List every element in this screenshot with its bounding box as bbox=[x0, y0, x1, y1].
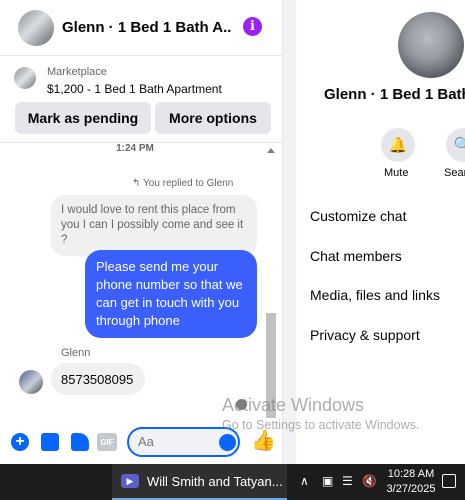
message-timestamp: 1:24 PM bbox=[116, 143, 154, 154]
gif-icon[interactable]: GIF bbox=[97, 433, 117, 451]
replied-note-text: You replied to Glenn bbox=[143, 178, 234, 189]
camera-icon[interactable]: ▣ bbox=[322, 474, 333, 488]
incoming-message[interactable]: 8573508095 bbox=[51, 363, 145, 395]
reply-icon: ↰ bbox=[132, 178, 141, 189]
contact-avatar[interactable] bbox=[18, 9, 54, 46]
activate-windows-subtitle: Go to Settings to activate Windows. bbox=[222, 418, 420, 432]
sender-name: Glenn bbox=[61, 347, 91, 359]
message-input[interactable] bbox=[138, 434, 218, 449]
video-app-icon: ▶ bbox=[121, 474, 139, 488]
search-icon[interactable]: 🔍 bbox=[446, 128, 465, 162]
listing-thumbnail[interactable] bbox=[14, 67, 36, 89]
replied-note: ↰ You replied to Glenn bbox=[132, 178, 233, 189]
network-icon[interactable]: ☰ bbox=[342, 474, 353, 488]
outgoing-message[interactable]: Please send me your phone number so that… bbox=[85, 250, 257, 338]
taskbar-app-label: Will Smith and Tatyan... bbox=[147, 474, 283, 489]
info-avatar[interactable] bbox=[398, 12, 464, 78]
taskbar-clock[interactable]: 10:28 AM 3/27/2025 bbox=[386, 467, 436, 497]
listing-title[interactable]: $1,200 - 1 Bed 1 Bath Apartment bbox=[47, 82, 222, 96]
volume-muted-icon[interactable]: 🔇 bbox=[362, 474, 377, 488]
activate-windows-title: Activate Windows bbox=[222, 395, 365, 415]
clock-time: 10:28 AM bbox=[387, 468, 435, 480]
image-icon[interactable] bbox=[41, 433, 59, 451]
thumbs-up-icon[interactable]: 👍 bbox=[251, 430, 276, 452]
search-label[interactable]: Sear bbox=[444, 167, 465, 179]
message-list: 1:24 PM ↰ You replied to Glenn I would l… bbox=[0, 143, 283, 420]
notification-icon[interactable] bbox=[442, 474, 456, 488]
clock-date: 3/27/2025 bbox=[386, 483, 436, 495]
taskbar: ▶ Will Smith and Tatyan... ∧ ▣ ☰ 🔇 10:28… bbox=[0, 464, 465, 500]
info-name: Glenn · 1 Bed 1 Bath A bbox=[324, 86, 465, 103]
more-options-button[interactable]: More options bbox=[155, 102, 271, 134]
marketplace-label: Marketplace bbox=[47, 66, 107, 78]
quoted-message[interactable]: I would love to rent this place from you… bbox=[51, 195, 257, 256]
marketplace-card: Marketplace $1,200 - 1 Bed 1 Bath Apartm… bbox=[0, 56, 283, 143]
sender-avatar[interactable] bbox=[19, 370, 43, 394]
chat-title[interactable]: Glenn · 1 Bed 1 Bath A... bbox=[62, 19, 232, 36]
mark-as-pending-button[interactable]: Mark as pending bbox=[15, 102, 151, 134]
sticker-icon[interactable] bbox=[71, 433, 89, 451]
menu-chat-members[interactable]: Chat members bbox=[310, 248, 402, 264]
chat-header: Glenn · 1 Bed 1 Bath A... i bbox=[0, 0, 283, 56]
scroll-up-arrow-icon[interactable] bbox=[267, 148, 275, 153]
bell-icon[interactable]: 🔔 bbox=[381, 128, 415, 162]
chat-scrollbar[interactable] bbox=[265, 145, 277, 420]
taskbar-app-button[interactable]: ▶ Will Smith and Tatyan... bbox=[112, 464, 287, 500]
menu-media-files-links[interactable]: Media, files and links bbox=[310, 287, 440, 303]
plus-icon[interactable]: + bbox=[11, 433, 29, 451]
info-icon[interactable]: i bbox=[243, 17, 262, 36]
mute-label[interactable]: Mute bbox=[384, 167, 408, 179]
chevron-up-icon[interactable]: ∧ bbox=[300, 474, 309, 488]
menu-privacy-support[interactable]: Privacy & support bbox=[310, 327, 420, 343]
emoji-icon[interactable] bbox=[219, 434, 236, 451]
menu-customize-chat[interactable]: Customize chat bbox=[310, 208, 406, 224]
